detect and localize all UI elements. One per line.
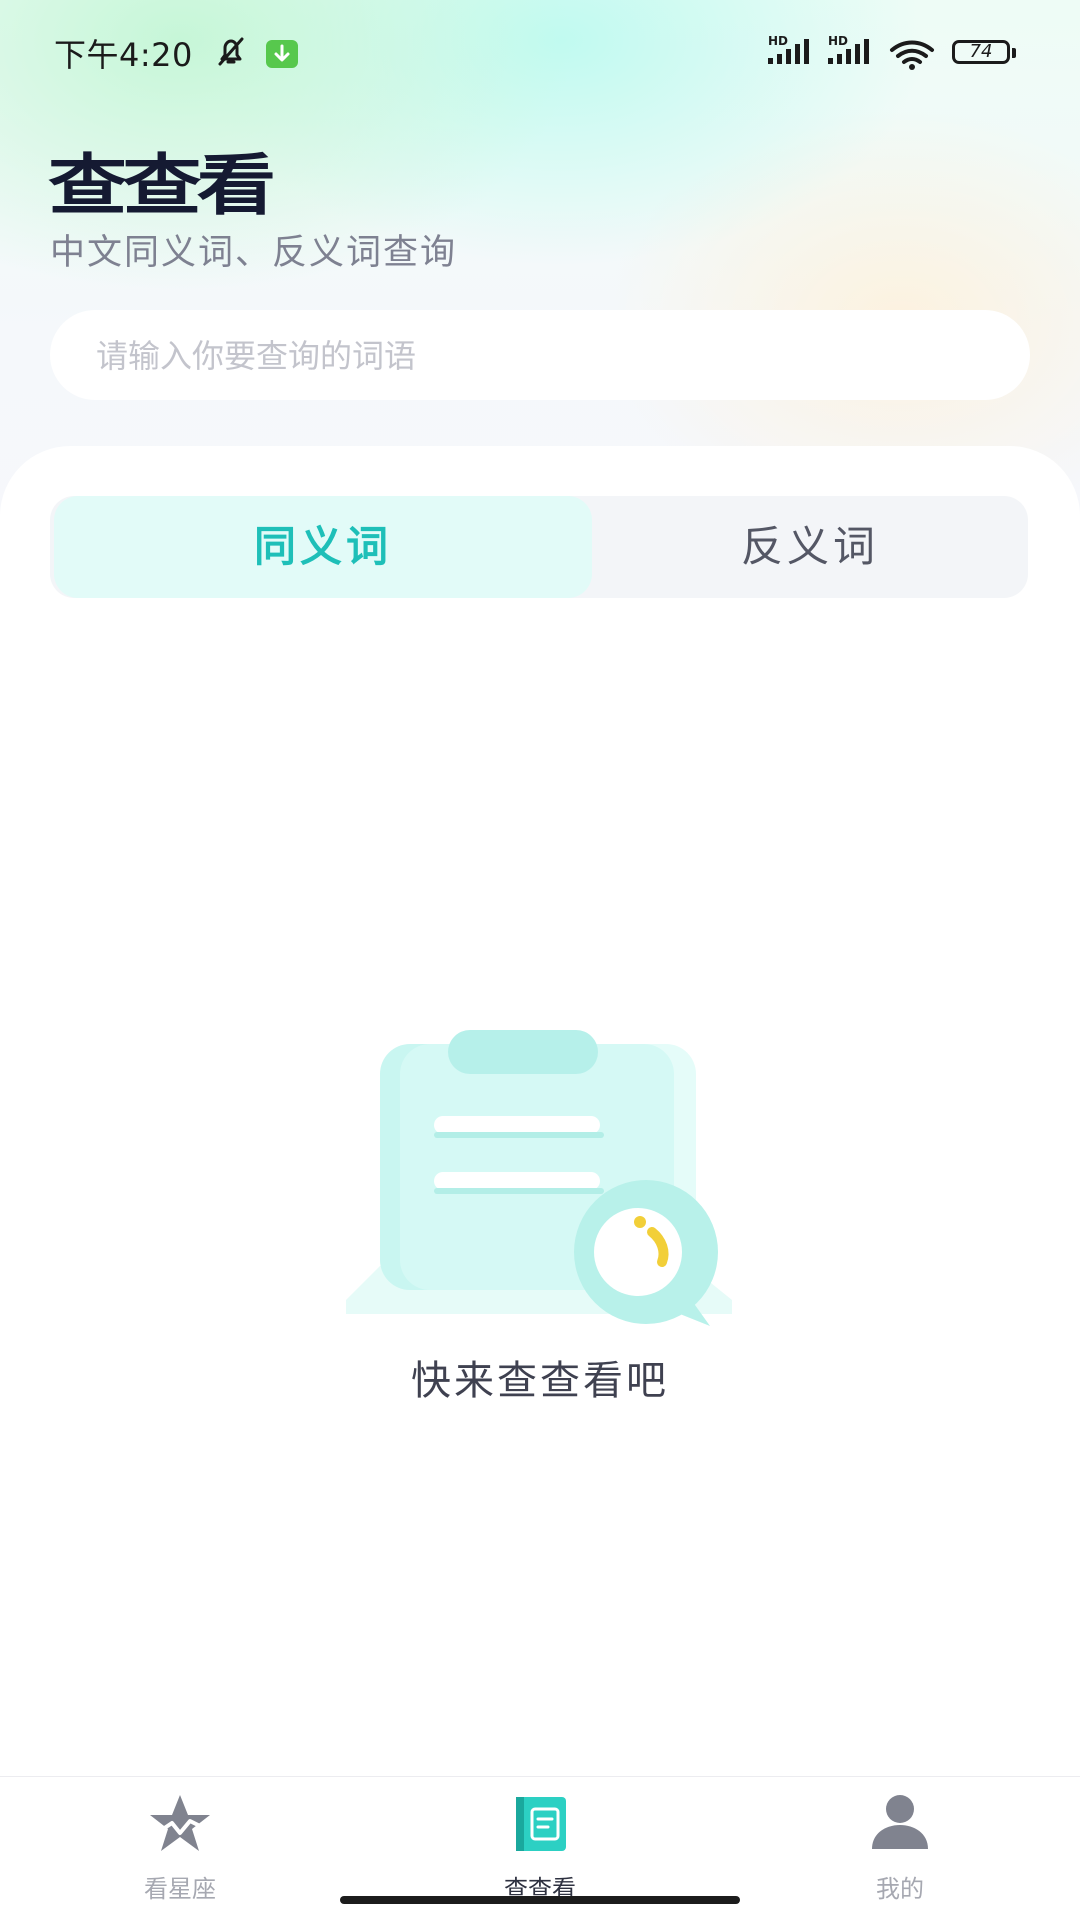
battery-icon: 74	[952, 40, 1010, 64]
empty-state-message: 快来查查看吧	[411, 1358, 669, 1404]
nav-label-constellation: 看星座	[144, 1875, 216, 1903]
battery-level: 74	[969, 41, 993, 62]
wifi-icon	[890, 40, 934, 70]
clipboard-search-icon	[346, 1030, 732, 1326]
download-icon	[266, 40, 298, 68]
status-time: 下午4:20	[54, 36, 193, 74]
status-bar: 下午4:20 HD HD 74	[0, 0, 1080, 106]
nav-item-lookup[interactable]: 查查看	[440, 1777, 640, 1903]
signal-icon: HD	[768, 34, 818, 70]
battery-cap	[1012, 48, 1016, 58]
book-icon	[516, 1797, 566, 1851]
star-icon	[150, 1795, 210, 1851]
page-subtitle: 中文同义词、反义词查询	[50, 233, 458, 273]
home-indicator[interactable]	[340, 1896, 740, 1904]
signal-hd-label: HD	[768, 34, 789, 48]
bell-muted-icon	[218, 37, 244, 66]
user-icon	[872, 1795, 928, 1849]
tab-bar: 同义词 反义词	[50, 496, 1028, 598]
page-title: 查查看	[48, 147, 276, 224]
search-box[interactable]	[50, 310, 1030, 402]
nav-label-profile: 我的	[876, 1875, 924, 1903]
signal-hd-label: HD	[828, 34, 849, 48]
nav-item-profile[interactable]: 我的	[800, 1777, 1000, 1903]
search-input[interactable]	[94, 310, 988, 402]
nav-item-constellation[interactable]: 看星座	[80, 1777, 280, 1903]
tab-antonyms[interactable]: 反义词	[592, 496, 1028, 598]
signal-icon: HD	[828, 34, 878, 70]
tab-synonyms[interactable]: 同义词	[54, 496, 592, 598]
